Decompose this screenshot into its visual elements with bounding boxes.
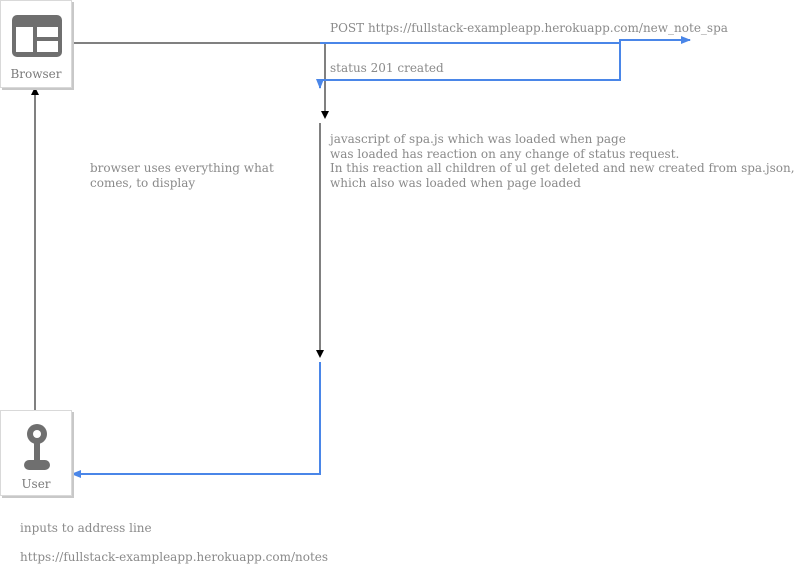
flow-diagram (31, 36, 691, 478)
browser-node-label: Browser (10, 67, 62, 81)
person-icon (24, 424, 50, 470)
display-to-user-line (71, 362, 321, 478)
status-label: status 201 created (330, 61, 444, 75)
js-reaction-line: In this reaction all children of ul get … (330, 161, 795, 175)
browser-window-icon (12, 15, 62, 57)
js-reaction-text: javascript of spa.js which was loaded wh… (330, 132, 795, 190)
js-reaction-line: javascript of spa.js which was loaded wh… (330, 132, 626, 146)
user-node: User (0, 410, 72, 496)
user-url-label: https://fullstack-exampleapp.herokuapp.c… (20, 550, 329, 564)
user-node-label: User (21, 477, 51, 491)
js-reaction-line: which also was loaded when page loaded (330, 175, 581, 190)
browser-display-line: browser uses everything what (90, 161, 274, 175)
js-reaction-line: was loaded has reaction on any change of… (330, 146, 680, 161)
post-request-line (320, 36, 691, 44)
post-request-label: POST https://fullstack-exampleapp.heroku… (330, 21, 728, 35)
browser-to-server-line (72, 42, 329, 119)
browser-node: Browser (0, 0, 72, 88)
browser-display-line: comes, to display (90, 175, 196, 190)
user-input-label: inputs to address line (20, 521, 152, 535)
browser-display-text: browser uses everything what comes, to d… (90, 161, 274, 190)
